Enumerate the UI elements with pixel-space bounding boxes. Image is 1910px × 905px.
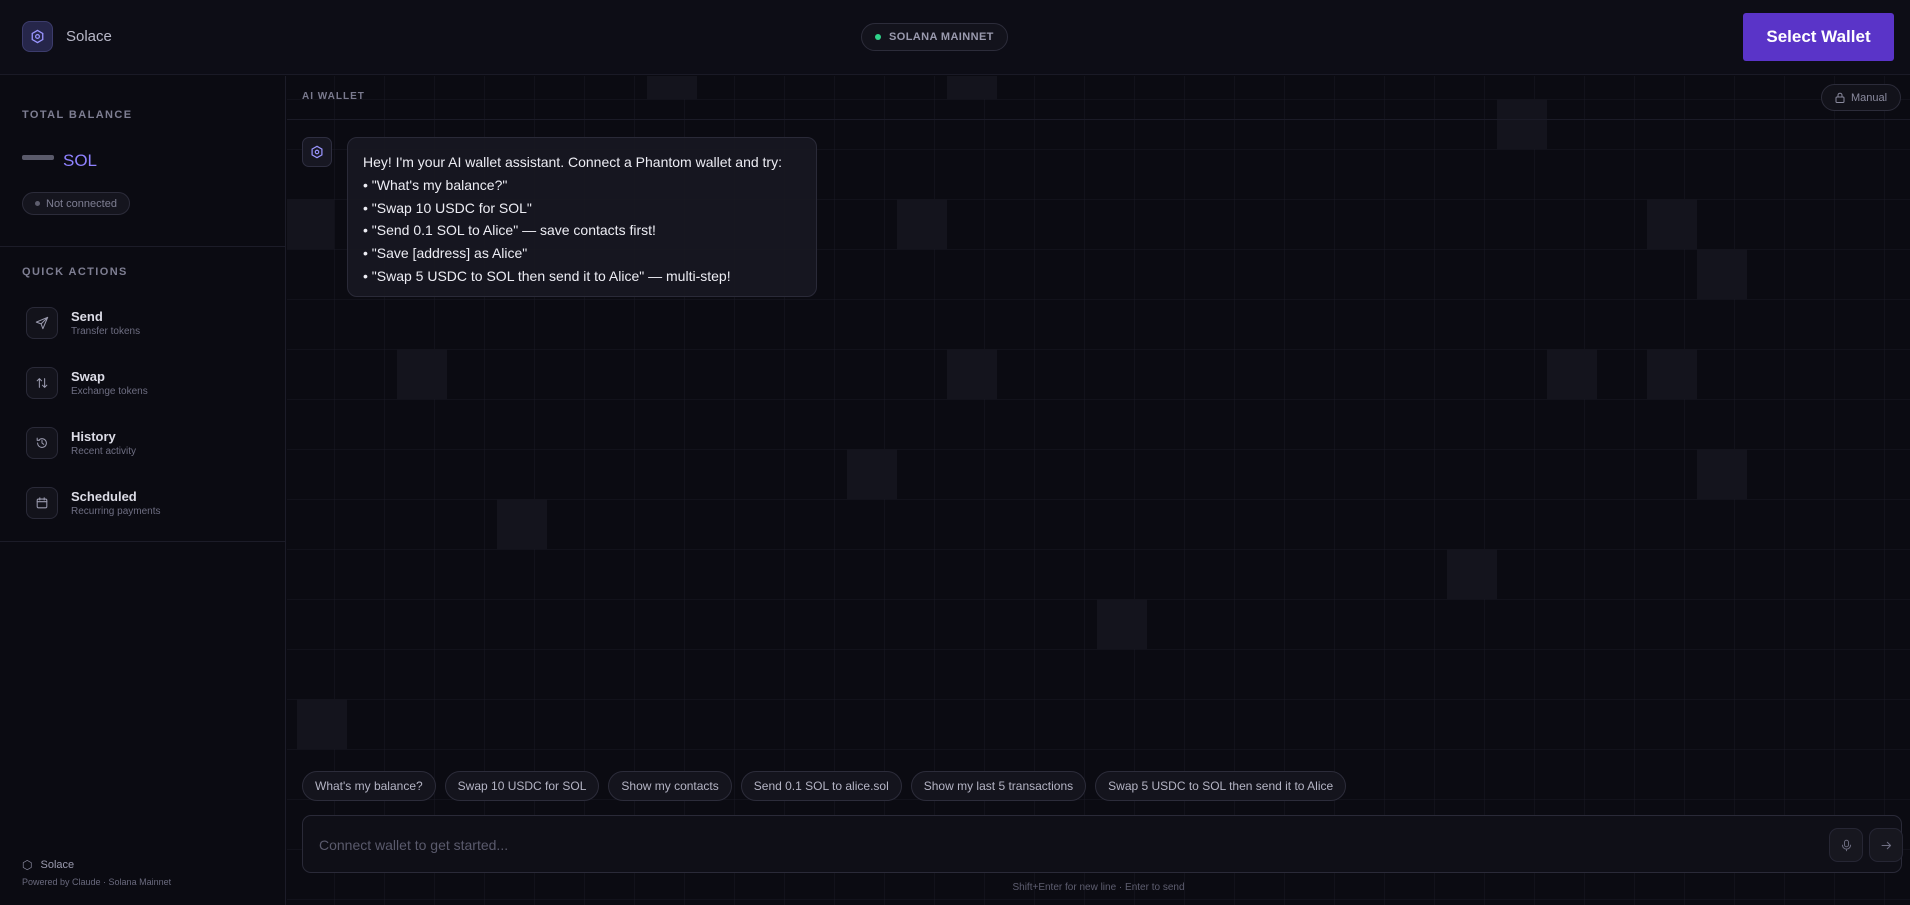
select-wallet-button[interactable]: Select Wallet [1743,13,1894,61]
chat-input-box [302,815,1903,873]
brand-name: Solace [66,28,112,45]
suggestion-chip[interactable]: Swap 10 USDC for SOL [444,771,600,801]
solace-logo-icon [22,21,53,52]
send-icon [26,307,58,339]
history-icon [26,427,58,459]
footer-brand-name: Solace [40,859,75,871]
suggestion-chip[interactable]: Show my last 5 transactions [910,771,1087,801]
message-line: • "Swap 10 USDC for SOL" [363,199,532,216]
network-status-dot [875,34,881,40]
assistant-avatar-icon [302,137,332,167]
footer-brand: ⬡ Solace [22,858,74,872]
swap-icon [26,367,58,399]
message-line: Hey! I'm your AI wallet assistant. Conne… [363,154,782,170]
quick-action-text: Swap Exchange tokens [71,369,148,397]
chat-header-divider [287,119,1910,120]
network-badge: SOLANA MAINNET [861,23,1008,51]
total-balance-label: TOTAL BALANCE [22,109,133,121]
chat-input[interactable] [319,828,1719,862]
message-line: • "What's my balance?" [363,176,508,193]
message-line: • "Swap 5 USDC to SOL then send it to Al… [363,267,731,284]
footer-subtitle: Powered by Claude · Solana Mainnet [22,877,172,887]
quick-action-send[interactable]: Send Transfer tokens [26,301,266,345]
quick-action-subtitle: Recent activity [71,446,137,457]
connection-status-badge: Not connected [22,192,130,215]
quick-action-swap[interactable]: Swap Exchange tokens [26,361,266,405]
message-line: • "Save [address] as Alice" [363,245,528,262]
quick-action-subtitle: Transfer tokens [71,326,141,337]
calendar-icon [26,487,58,519]
balance-unit: SOL [63,151,98,170]
quick-actions-label: QUICK ACTIONS [22,266,128,278]
suggestion-chip[interactable]: Swap 5 USDC to SOL then send it to Alice [1095,771,1347,801]
send-message-button[interactable] [1869,828,1903,862]
microphone-icon [1841,839,1851,851]
network-label: SOLANA MAINNET [889,31,994,43]
manual-mode-label: Manual [1850,91,1888,104]
brand[interactable]: Solace [22,21,112,52]
quick-action-scheduled[interactable]: Scheduled Recurring payments [26,481,266,525]
input-hint: Shift+Enter for new line · Enter to send [1012,882,1185,893]
app-root: Solace SOLANA MAINNET Select Wallet TOTA… [0,0,1910,905]
status-dot [35,201,40,206]
message-line: • "Send 0.1 SOL to Alice" — save contact… [363,222,656,239]
connection-status-text: Not connected [46,197,117,210]
sidebar-divider [0,541,285,542]
suggestion-chips: What's my balance? Swap 10 USDC for SOL … [302,771,1355,801]
quick-action-history[interactable]: History Recent activity [26,421,266,465]
assistant-message: Hey! I'm your AI wallet assistant. Conne… [347,137,817,297]
suggestion-chip[interactable]: Show my contacts [608,771,732,801]
quick-action-text: Scheduled Recurring payments [71,489,160,517]
lock-icon [1835,92,1845,103]
ai-wallet-label: AI WALLET [302,91,365,102]
chat-panel: AI WALLET Manual Hey! I'm your AI wallet… [287,76,1910,905]
quick-action-title: Send [71,309,103,324]
sidebar-divider [0,246,285,247]
hexagon-icon: ⬡ [22,858,33,872]
sidebar: TOTAL BALANCE SOL Not connected QUICK AC… [0,76,286,905]
suggestion-chip[interactable]: What's my balance? [302,771,436,801]
suggestion-chip[interactable]: Send 0.1 SOL to alice.sol [740,771,902,801]
quick-action-subtitle: Recurring payments [71,506,161,517]
manual-mode-button[interactable]: Manual [1821,84,1901,111]
microphone-button[interactable] [1829,828,1863,862]
quick-action-text: Send Transfer tokens [71,309,140,337]
quick-action-text: History Recent activity [71,429,136,457]
quick-action-title: Scheduled [71,489,137,504]
balance-placeholder [22,155,54,160]
top-bar: Solace SOLANA MAINNET Select Wallet [0,0,1910,75]
quick-action-title: Swap [71,369,105,384]
arrow-right-icon [1881,841,1891,849]
quick-action-title: History [71,429,116,444]
quick-action-subtitle: Exchange tokens [71,386,148,397]
